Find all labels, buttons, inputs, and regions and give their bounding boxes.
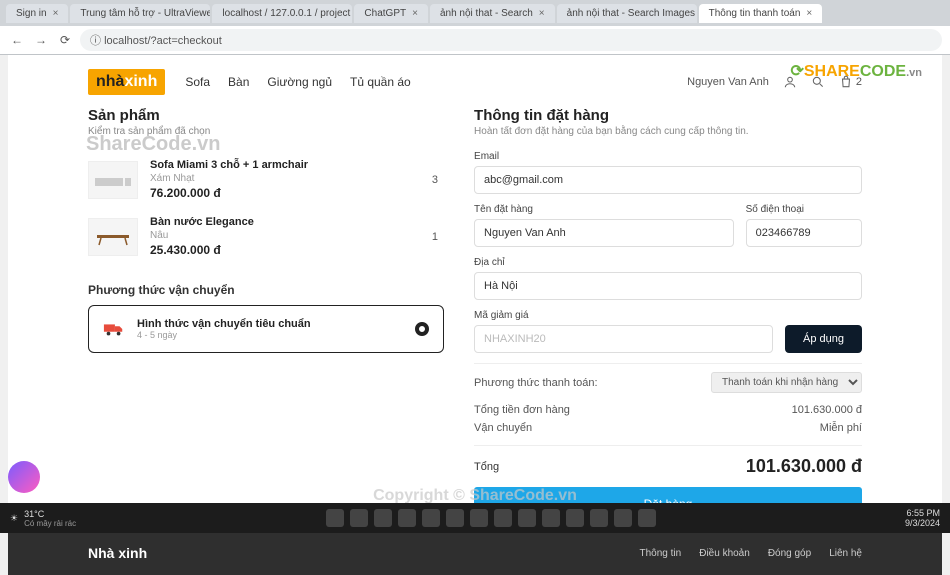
app-icon[interactable] (470, 509, 488, 527)
name-field[interactable] (474, 219, 734, 247)
browser-tab[interactable]: localhost / 127.0.0.1 / project / si× (212, 4, 352, 23)
start-icon[interactable] (326, 509, 344, 527)
footer-brand: Nhà xinh (88, 545, 147, 561)
app-icon[interactable] (518, 509, 536, 527)
main-nav: Sofa Bàn Giường ngủ Tủ quần áo (185, 75, 410, 89)
total-value: 101.630.000 đ (746, 456, 862, 477)
browser-tab[interactable]: ảnh nội that - Search Images× (557, 4, 697, 23)
label-name: Tên đặt hàng (474, 204, 734, 215)
item-price: 76.200.000 đ (150, 186, 420, 200)
cart-title: Sản phẩm (88, 107, 444, 124)
browser-tab[interactable]: ChatGPT× (354, 4, 428, 23)
app-icon[interactable] (638, 509, 656, 527)
search-icon[interactable] (350, 509, 368, 527)
taskview-icon[interactable] (374, 509, 392, 527)
cart-subtitle: Kiểm tra sản phẩm đã chọn (88, 126, 444, 137)
footer-link[interactable]: Thông tin (640, 548, 682, 559)
app-icon[interactable] (542, 509, 560, 527)
nav-giuong[interactable]: Giường ngủ (267, 75, 332, 89)
chrome-icon[interactable] (446, 509, 464, 527)
site-footer: Nhà xinh Thông tin Điều khoản Đóng góp L… (8, 531, 942, 575)
total-label: Tổng (474, 461, 499, 473)
subtotal-value: 101.630.000 đ (792, 404, 862, 416)
item-color: Xám Nhạt (150, 173, 420, 184)
item-qty: 1 (432, 231, 444, 243)
shipping-time: 4 - 5 ngày (137, 330, 311, 340)
item-qty: 3 (432, 174, 444, 186)
windows-taskbar[interactable]: ☀ 31°CCó mây rải rác 6:55 PM 9/3/2024 (0, 503, 950, 533)
label-coupon: Mã giảm giá (474, 310, 773, 321)
order-title: Thông tin đặt hàng (474, 107, 862, 124)
forward-icon[interactable]: → (32, 31, 50, 49)
subtotal-label: Tổng tiền đơn hàng (474, 404, 570, 416)
cart-item: Sofa Miami 3 chỗ + 1 armchair Xám Nhạt 7… (88, 151, 444, 208)
footer-link[interactable]: Đóng góp (768, 548, 811, 559)
cart-item: Bàn nước Elegance Nâu 25.430.000 đ 1 (88, 208, 444, 265)
item-price: 25.430.000 đ (150, 243, 420, 257)
app-icon[interactable] (590, 509, 608, 527)
footer-link[interactable]: Điều khoản (699, 548, 750, 559)
browser-tab[interactable]: ảnh nội that - Search× (430, 4, 555, 23)
order-subtitle: Hoàn tất đơn đặt hàng của bạn bằng cách … (474, 126, 862, 137)
nav-tu[interactable]: Tủ quần áo (350, 75, 411, 89)
close-icon[interactable]: × (412, 8, 418, 19)
email-field[interactable] (474, 166, 862, 194)
browser-tab[interactable]: Trung tâm hỗ trợ - UltraViewer× (70, 4, 210, 23)
address-field[interactable] (474, 272, 862, 300)
pay-method-label: Phương thức thanh toán: (474, 377, 597, 389)
phone-field[interactable] (746, 219, 862, 247)
coupon-field[interactable] (474, 325, 773, 353)
pay-method-select[interactable]: Thanh toán khi nhận hàng (711, 372, 862, 393)
label-phone: Số điện thoại (746, 204, 862, 215)
item-thumb (88, 218, 138, 256)
address-bar: ← → ⟳ ⓘ localhost/?act=checkout (0, 26, 950, 54)
nav-ban[interactable]: Bàn (228, 75, 249, 89)
radio-selected-icon[interactable] (415, 322, 429, 336)
reload-icon[interactable]: ⟳ (56, 31, 74, 49)
item-thumb (88, 161, 138, 199)
close-icon[interactable]: × (806, 8, 812, 19)
shipping-name: Hình thức vận chuyển tiêu chuẩn (137, 318, 311, 330)
ship-fee-label: Vận chuyển (474, 422, 532, 434)
shipping-option[interactable]: Hình thức vận chuyển tiêu chuẩn 4 - 5 ng… (88, 305, 444, 353)
browser-tab-active[interactable]: Thông tin thanh toán× (699, 4, 823, 23)
truck-icon (103, 321, 125, 337)
apply-button[interactable]: Áp dụng (785, 325, 862, 353)
item-name: Sofa Miami 3 chỗ + 1 armchair (150, 159, 420, 171)
browser-chrome: Sign in× Trung tâm hỗ trợ - UltraViewer×… (0, 0, 950, 55)
app-icon[interactable] (566, 509, 584, 527)
watermark-logo: ⟳SHARECODE.vn (790, 61, 922, 81)
footer-link[interactable]: Liên hệ (829, 548, 862, 559)
url-input[interactable]: ⓘ localhost/?act=checkout (80, 29, 942, 51)
browser-tab[interactable]: Sign in× (6, 4, 68, 23)
item-color: Nâu (150, 230, 420, 241)
shipping-section-title: Phương thức vận chuyển (88, 283, 444, 297)
ship-fee-value: Miễn phí (820, 422, 862, 434)
nav-sofa[interactable]: Sofa (185, 75, 210, 89)
edge-icon[interactable] (422, 509, 440, 527)
floating-badge-icon[interactable] (8, 461, 40, 493)
item-name: Bàn nước Elegance (150, 216, 420, 228)
close-icon[interactable]: × (539, 8, 545, 19)
clock-time[interactable]: 6:55 PM (905, 508, 940, 518)
page-content: ⟳SHARECODE.vn nhàxinh Sofa Bàn Giường ng… (8, 55, 942, 531)
clock-date[interactable]: 9/3/2024 (905, 518, 940, 528)
vscode-icon[interactable] (614, 509, 632, 527)
tab-bar: Sign in× Trung tâm hỗ trợ - UltraViewer×… (0, 0, 950, 26)
back-icon[interactable]: ← (8, 31, 26, 49)
label-email: Email (474, 151, 862, 162)
site-logo[interactable]: nhàxinh (88, 69, 165, 95)
user-name[interactable]: Nguyen Van Anh (687, 76, 769, 88)
app-icon[interactable] (494, 509, 512, 527)
explorer-icon[interactable] (398, 509, 416, 527)
close-icon[interactable]: × (53, 8, 59, 19)
label-address: Địa chỉ (474, 257, 862, 268)
